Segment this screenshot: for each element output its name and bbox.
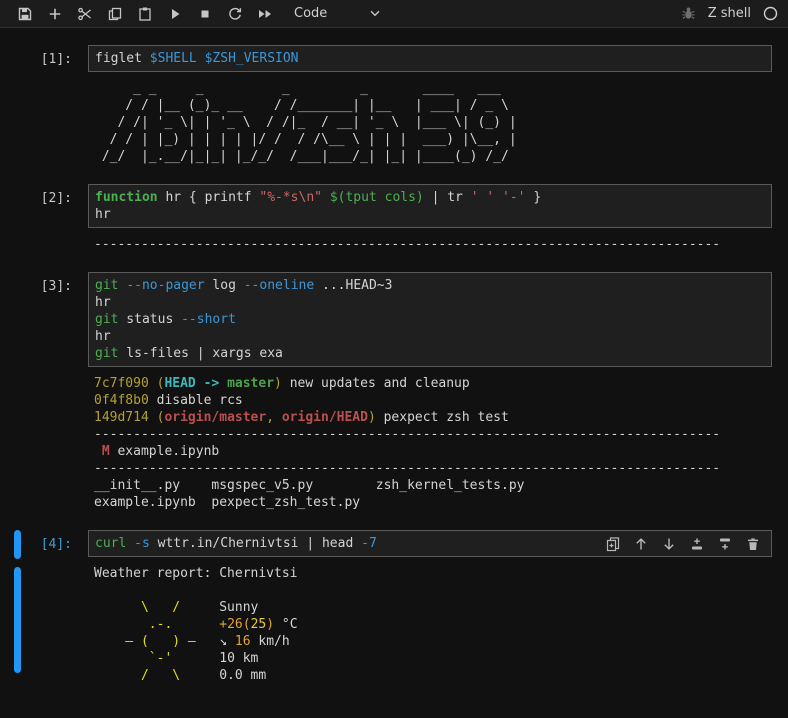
delete-cell-button[interactable] (744, 534, 761, 553)
insert-cell-above-button[interactable] (688, 534, 705, 553)
interrupt-kernel-button[interactable] (190, 0, 220, 27)
cell-4-input-editor[interactable]: curl -s wttr.in/Chernivtsi | head -7 (88, 530, 772, 557)
run-cell-button[interactable] (160, 0, 190, 27)
execution-count-2: [2]: (40, 191, 72, 206)
restart-kernel-button[interactable] (220, 0, 250, 27)
arrow-up-icon (635, 537, 646, 549)
cell-4-output-area: Weather report: Chernivtsi \ / Sunny .-.… (0, 565, 788, 684)
run-icon (172, 8, 180, 19)
code-line: figlet $SHELL $ZSH_VERSION (95, 51, 299, 66)
scissors-icon (78, 7, 91, 20)
code-cell-4-active: [4]: curl -s wttr.in/Chernivtsi | head -… (0, 530, 788, 684)
debugger-bug-icon[interactable] (681, 6, 696, 21)
notebook-toolbar: Code Z shell (0, 0, 788, 28)
active-cell-output-collapser[interactable] (14, 567, 21, 673)
cut-cells-button[interactable] (70, 0, 100, 27)
cell-toolbar (602, 533, 763, 554)
fast-forward-icon (259, 9, 271, 18)
code-cell-2: [2]: function hr { printf "%-*s\n" $(tpu… (0, 184, 788, 253)
run-all-cells-button[interactable] (250, 0, 280, 27)
cell-3-output-area: 7c7f090 (HEAD -> master) new updates and… (0, 375, 788, 511)
copy-cells-button[interactable] (100, 0, 130, 27)
copy-icon (108, 7, 122, 20)
trash-icon (747, 537, 758, 550)
weather-output: Weather report: Chernivtsi \ / Sunny .-.… (94, 566, 298, 683)
save-icon (18, 7, 32, 20)
kernel-status-idle-icon[interactable] (763, 6, 778, 21)
add-cell-button[interactable] (40, 0, 70, 27)
cell-3-input-editor[interactable]: git --no-pager log --oneline ...HEAD~3 hr… (88, 272, 772, 367)
git-output: 7c7f090 (HEAD -> master) new updates and… (94, 376, 721, 510)
cell-2-output-area: ----------------------------------------… (0, 236, 788, 253)
hr-output: ----------------------------------------… (94, 237, 721, 252)
notebook-panel: [1]: figlet $SHELL $ZSH_VERSION _ _ _ _ … (0, 28, 788, 684)
insert-above-icon (691, 538, 702, 549)
code-cell-3: [3]: git --no-pager log --oneline ...HEA… (0, 272, 788, 511)
paste-cells-button[interactable] (130, 0, 160, 27)
cell-1-code: figlet $SHELL $ZSH_VERSION (95, 50, 765, 67)
cell-2-code: function hr { printf "%-*s\n" $(tput col… (95, 190, 542, 222)
execution-count-1: [1]: (40, 52, 72, 67)
plus-icon (49, 8, 61, 19)
kernel-name[interactable]: Z shell (708, 6, 751, 21)
save-button[interactable] (10, 0, 40, 27)
cell-2-input-editor[interactable]: function hr { printf "%-*s\n" $(tput col… (88, 184, 772, 228)
code-cell-1: [1]: figlet $SHELL $ZSH_VERSION _ _ _ _ … (0, 45, 788, 165)
cell-3-code: git --no-pager log --oneline ...HEAD~3 hr… (95, 278, 393, 361)
cell-type-dropdown[interactable]: Code (294, 6, 380, 21)
figlet-output: _ _ _ _ _ ____ ___ / / |__ (_)_ __ / /__… (94, 81, 517, 164)
duplicate-cell-icon (606, 536, 619, 551)
insert-cell-below-button[interactable] (716, 534, 733, 553)
move-cell-down-button[interactable] (660, 534, 677, 553)
arrow-down-icon (663, 538, 674, 550)
restart-icon (229, 7, 242, 20)
chevron-down-icon (370, 10, 380, 17)
cell-1-output-area: _ _ _ _ _ ____ ___ / / |__ (_)_ __ / /__… (0, 80, 788, 165)
clipboard-icon (139, 7, 151, 21)
insert-below-icon (719, 538, 730, 549)
active-cell-input-collapser[interactable] (14, 530, 21, 559)
duplicate-cell-button[interactable] (604, 534, 621, 553)
stop-icon (201, 10, 209, 17)
cell-1-input-editor[interactable]: figlet $SHELL $ZSH_VERSION (88, 45, 772, 72)
execution-count-3: [3]: (40, 279, 72, 294)
move-cell-up-button[interactable] (632, 534, 649, 553)
cell-type-value: Code (294, 6, 328, 21)
